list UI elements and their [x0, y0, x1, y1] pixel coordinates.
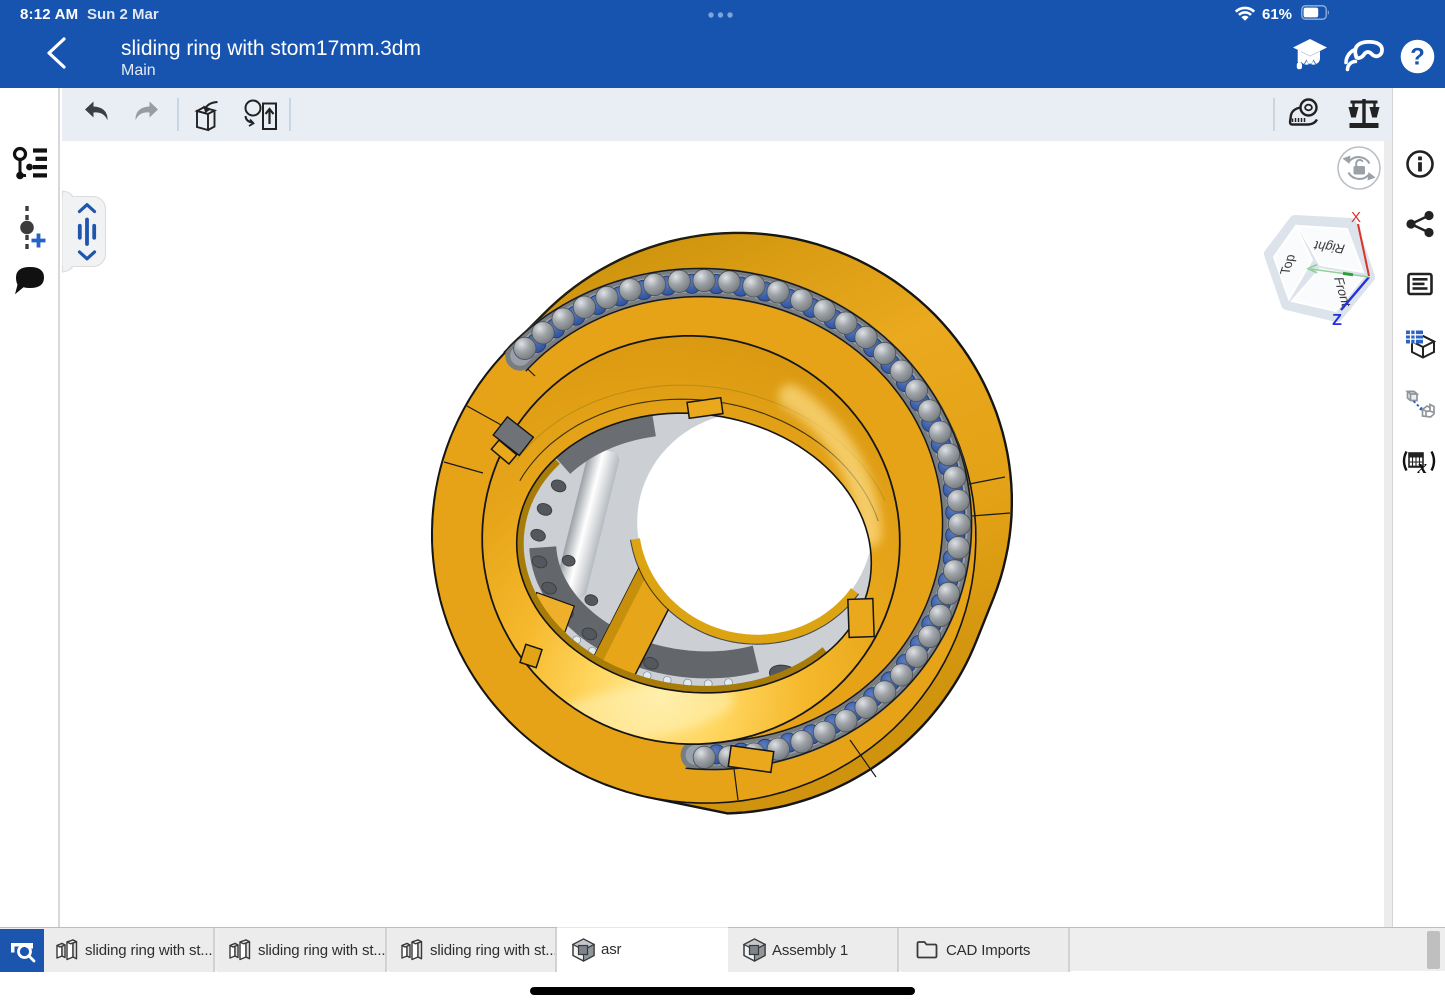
svg-text:X: X [1351, 209, 1361, 226]
svg-text:Z: Z [1332, 312, 1342, 329]
